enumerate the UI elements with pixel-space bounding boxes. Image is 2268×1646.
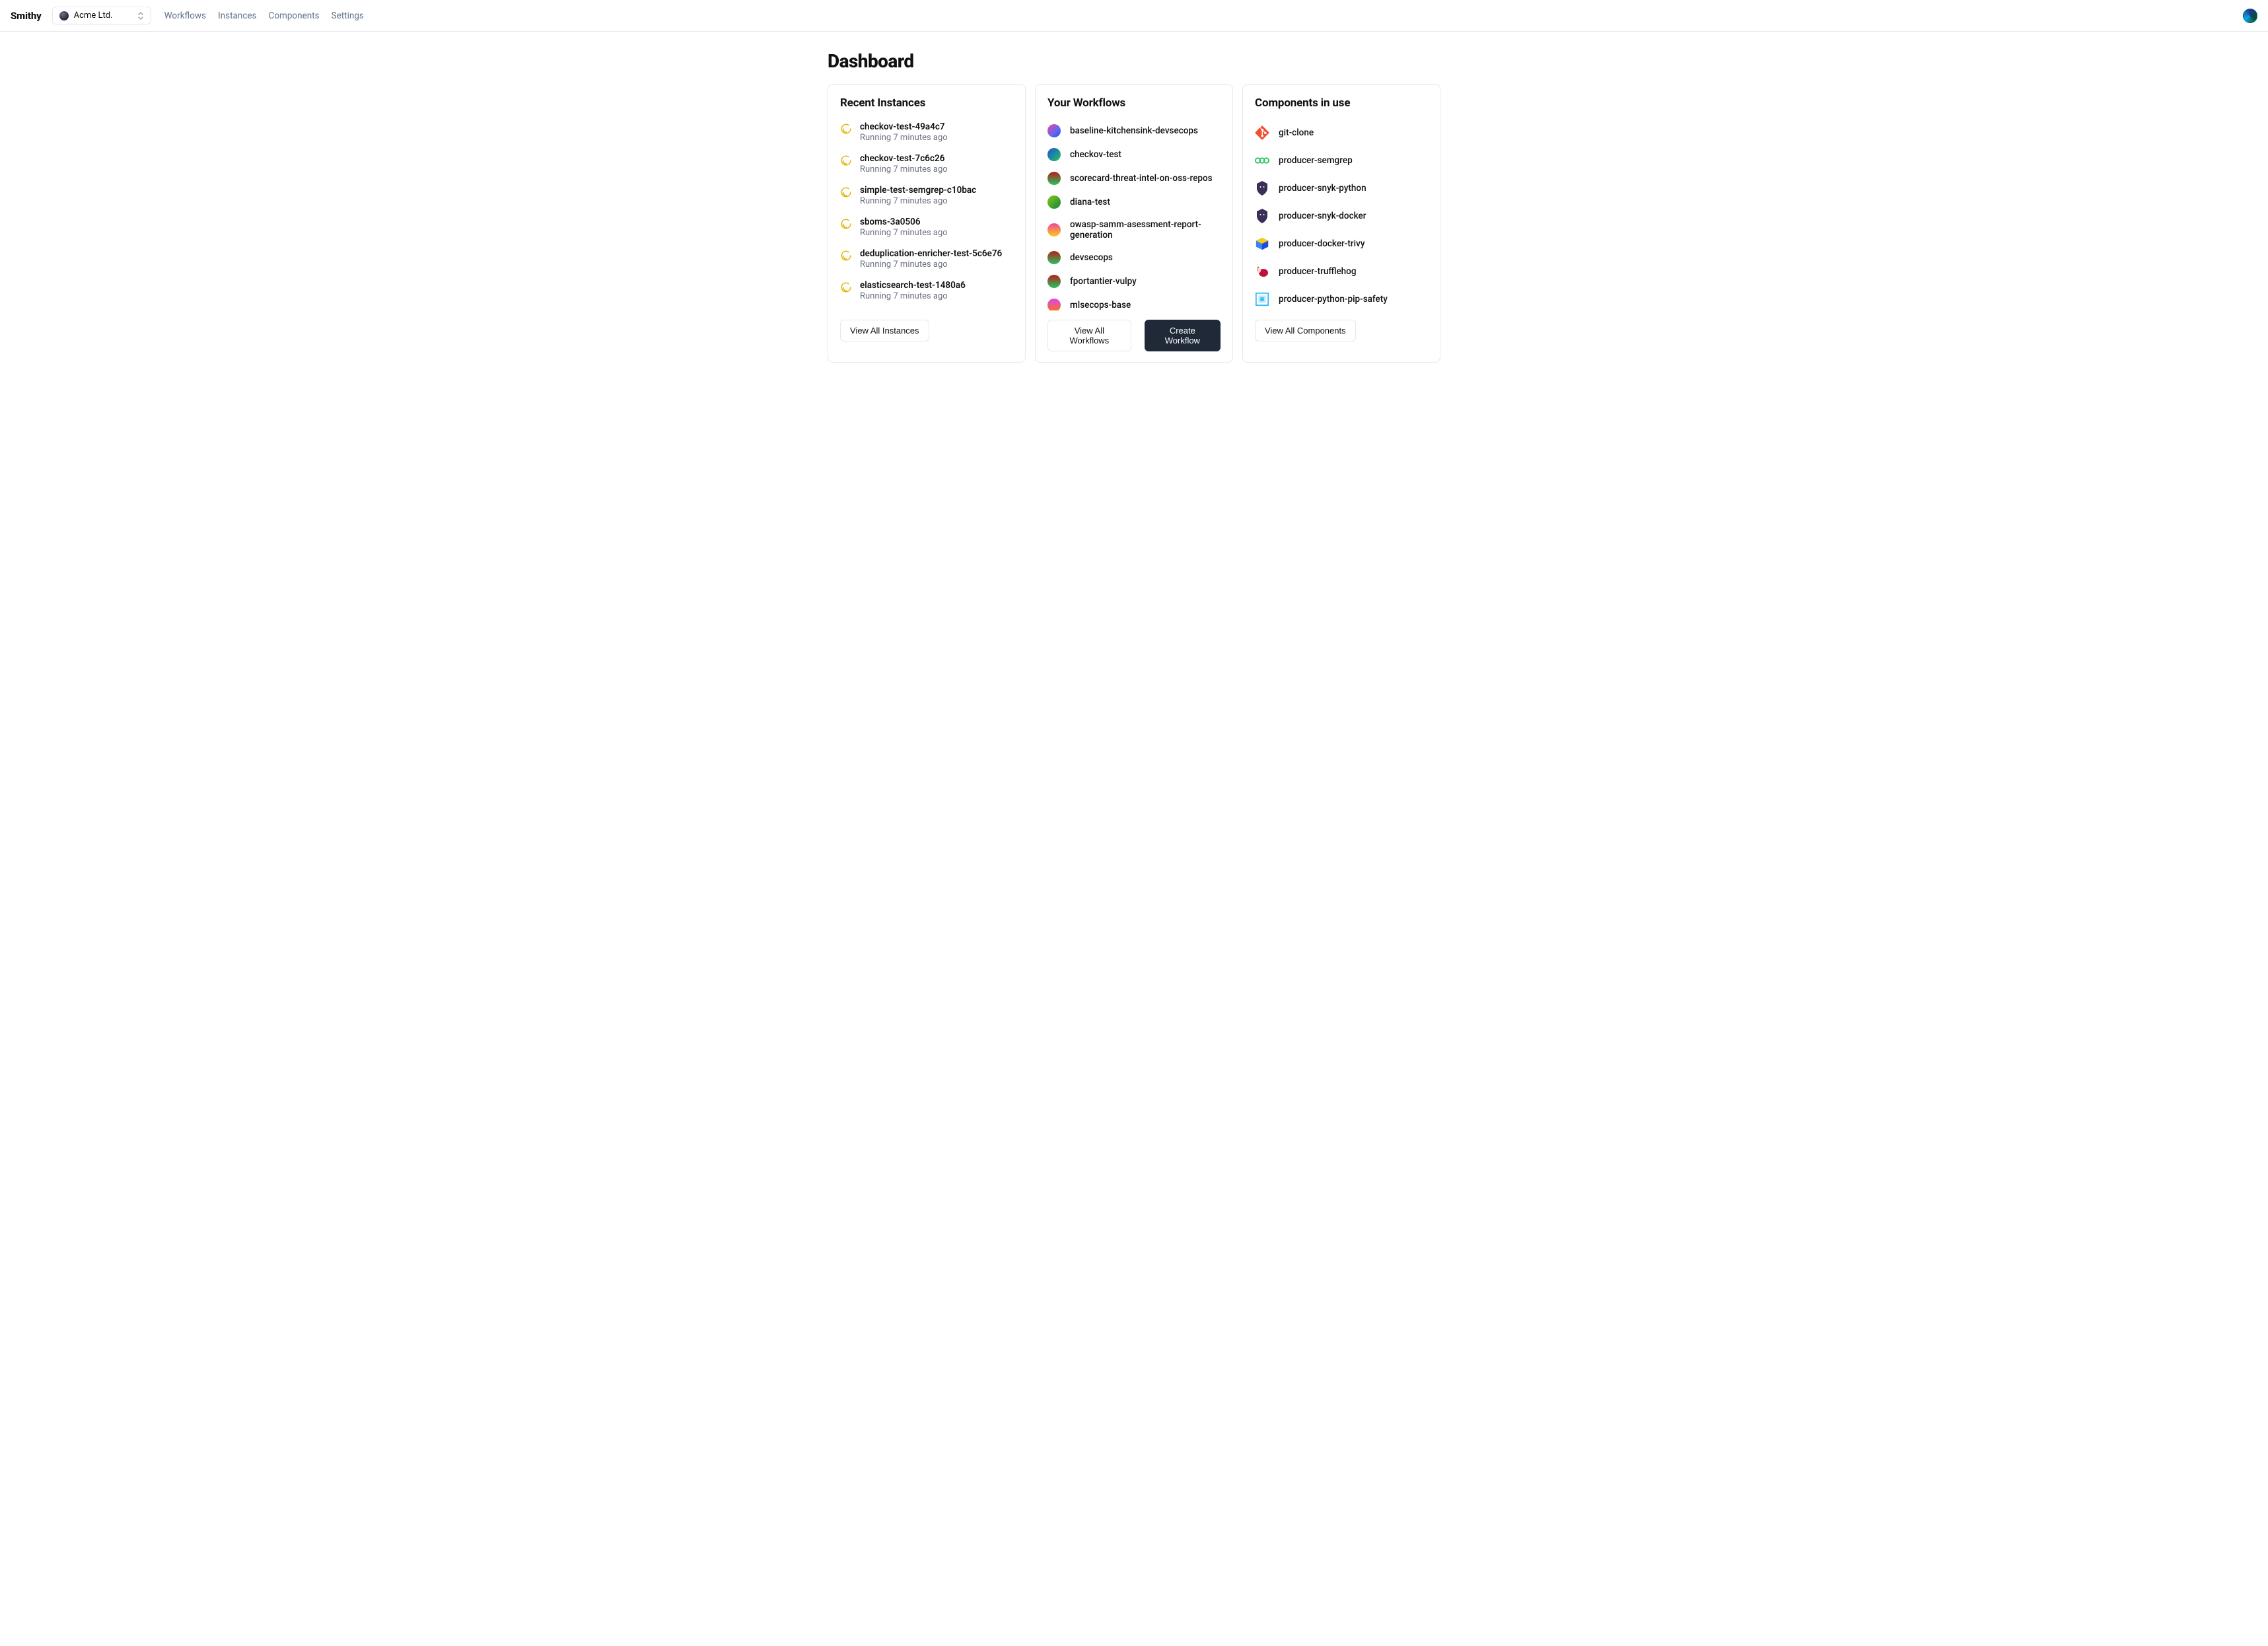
instance-status: Running 7 minutes ago	[860, 196, 976, 206]
status-running-icon	[840, 218, 852, 233]
instance-name: checkov-test-7c6c26	[860, 153, 948, 164]
snyk-icon	[1255, 181, 1269, 196]
component-name: producer-docker-trivy	[1279, 238, 1364, 249]
workflow-name: baseline-kitchensink-devsecops	[1070, 125, 1198, 136]
workflow-name: scorecard-threat-intel-on-oss-repos	[1070, 173, 1213, 184]
safety-icon	[1255, 292, 1269, 306]
workflow-name: mlsecops-base	[1070, 300, 1131, 310]
component-item[interactable]: producer-semgrep	[1255, 147, 1427, 174]
user-avatar[interactable]	[2243, 9, 2257, 23]
card-title: Components in use	[1255, 96, 1428, 110]
card-recent-instances: Recent Instances checkov-test-49a4c7Runn…	[828, 84, 1026, 363]
instances-list[interactable]: checkov-test-49a4c7Running 7 minutes ago…	[840, 119, 1013, 310]
status-running-icon	[840, 186, 852, 201]
workflow-avatar-icon	[1047, 299, 1061, 310]
workflow-name: devsecops	[1070, 252, 1113, 263]
semgrep-icon	[1255, 153, 1269, 168]
workflow-avatar-icon	[1047, 275, 1061, 288]
page-title: Dashboard	[828, 50, 1440, 72]
instance-item[interactable]: checkov-test-7c6c26Running 7 minutes ago	[840, 151, 1012, 182]
instance-item[interactable]: simple-test-semgrep-862439Succeeded 7 mi…	[840, 309, 1012, 310]
workflow-item[interactable]: devsecops	[1047, 246, 1219, 269]
create-workflow-button[interactable]: Create Workflow	[1145, 320, 1221, 351]
workflow-item[interactable]: checkov-test	[1047, 143, 1219, 166]
org-avatar-icon	[59, 11, 69, 20]
workflow-avatar-icon	[1047, 172, 1061, 185]
view-all-components-button[interactable]: View All Components	[1255, 320, 1356, 341]
component-name: git-clone	[1279, 127, 1314, 138]
workflow-avatar-icon	[1047, 251, 1061, 264]
snyk-icon	[1255, 209, 1269, 223]
status-running-icon	[840, 250, 852, 264]
workflow-item[interactable]: diana-test	[1047, 190, 1219, 214]
component-item[interactable]: producer-snyk-python	[1255, 174, 1427, 202]
status-running-icon	[840, 281, 852, 296]
instance-item[interactable]: sboms-3a0506Running 7 minutes ago	[840, 214, 1012, 246]
instance-item[interactable]: checkov-test-49a4c7Running 7 minutes ago	[840, 119, 1012, 151]
component-item[interactable]: git-clone	[1255, 119, 1427, 147]
nav-components[interactable]: Components	[269, 11, 320, 21]
view-all-workflows-button[interactable]: View All Workflows	[1047, 320, 1131, 351]
page: Dashboard Recent Instances checkov-test-…	[817, 32, 1451, 389]
topbar: Smithy Acme Ltd. Workflows Instances Com…	[0, 0, 2268, 32]
component-name: producer-semgrep	[1279, 155, 1353, 166]
trivy-icon	[1255, 236, 1269, 251]
card-components: Components in use git-clone producer-semg…	[1242, 84, 1440, 363]
instance-status: Running 7 minutes ago	[860, 228, 948, 238]
workflow-item[interactable]: fportantier-vulpy	[1047, 269, 1219, 293]
card-title: Your Workflows	[1047, 96, 1221, 110]
component-name: producer-python-pip-safety	[1279, 294, 1388, 304]
component-item[interactable]: producer-docker-trivy	[1255, 230, 1427, 258]
brand-logo[interactable]: Smithy	[11, 10, 42, 22]
nav-settings[interactable]: Settings	[332, 11, 364, 21]
instance-name: sboms-3a0506	[860, 217, 948, 227]
main-nav: Workflows Instances Components Settings	[164, 11, 364, 21]
component-name: producer-snyk-docker	[1279, 211, 1366, 221]
instance-status: Running 7 minutes ago	[860, 164, 948, 174]
component-name: producer-snyk-python	[1279, 183, 1366, 194]
instance-name: simple-test-semgrep-c10bac	[860, 185, 976, 196]
status-running-icon	[840, 155, 852, 169]
workflow-avatar-icon	[1047, 196, 1061, 209]
component-name: producer-trufflehog	[1279, 266, 1357, 277]
workflow-item[interactable]: baseline-kitchensink-devsecops	[1047, 119, 1219, 143]
instance-item[interactable]: elasticsearch-test-1480a6Running 7 minut…	[840, 277, 1012, 309]
view-all-instances-button[interactable]: View All Instances	[840, 320, 929, 341]
workflows-list[interactable]: baseline-kitchensink-devsecops checkov-te…	[1047, 119, 1221, 310]
instance-status: Running 7 minutes ago	[860, 291, 966, 301]
instance-status: Running 7 minutes ago	[860, 133, 948, 143]
workflow-name: owasp-samm-asessment-report-generation	[1070, 219, 1219, 240]
status-running-icon	[840, 123, 852, 137]
card-title: Recent Instances	[840, 96, 1013, 110]
instance-name: checkov-test-49a4c7	[860, 122, 948, 132]
org-name: Acme Ltd.	[74, 11, 132, 20]
org-selector[interactable]: Acme Ltd.	[52, 7, 151, 24]
components-list[interactable]: git-clone producer-semgrep producer-snyk-p…	[1255, 119, 1428, 310]
dashboard-cards: Recent Instances checkov-test-49a4c7Runn…	[828, 84, 1440, 363]
component-item[interactable]: producer-python-pip-safety	[1255, 285, 1427, 310]
instance-status: Running 7 minutes ago	[860, 260, 1002, 269]
workflow-avatar-icon	[1047, 124, 1061, 137]
workflow-avatar-icon	[1047, 148, 1061, 161]
workflow-item[interactable]: scorecard-threat-intel-on-oss-repos	[1047, 166, 1219, 190]
card-workflows: Your Workflows baseline-kitchensink-devs…	[1035, 84, 1233, 363]
trufflehog-icon	[1255, 264, 1269, 279]
nav-instances[interactable]: Instances	[218, 11, 257, 21]
chevron-up-down-icon	[137, 11, 144, 20]
workflow-avatar-icon	[1047, 223, 1061, 236]
workflow-name: diana-test	[1070, 197, 1110, 207]
component-item[interactable]: producer-trufflehog	[1255, 258, 1427, 285]
workflow-name: fportantier-vulpy	[1070, 276, 1137, 287]
workflow-name: checkov-test	[1070, 149, 1121, 160]
instance-item[interactable]: simple-test-semgrep-c10bacRunning 7 minu…	[840, 182, 1012, 214]
workflow-item[interactable]: mlsecops-base	[1047, 293, 1219, 310]
nav-workflows[interactable]: Workflows	[164, 11, 206, 21]
instance-name: elasticsearch-test-1480a6	[860, 280, 966, 291]
component-item[interactable]: producer-snyk-docker	[1255, 202, 1427, 230]
instance-name: deduplication-enricher-test-5c6e76	[860, 248, 1002, 259]
instance-item[interactable]: deduplication-enricher-test-5c6e76Runnin…	[840, 246, 1012, 277]
workflow-item[interactable]: owasp-samm-asessment-report-generation	[1047, 214, 1219, 246]
git-icon	[1255, 125, 1269, 140]
